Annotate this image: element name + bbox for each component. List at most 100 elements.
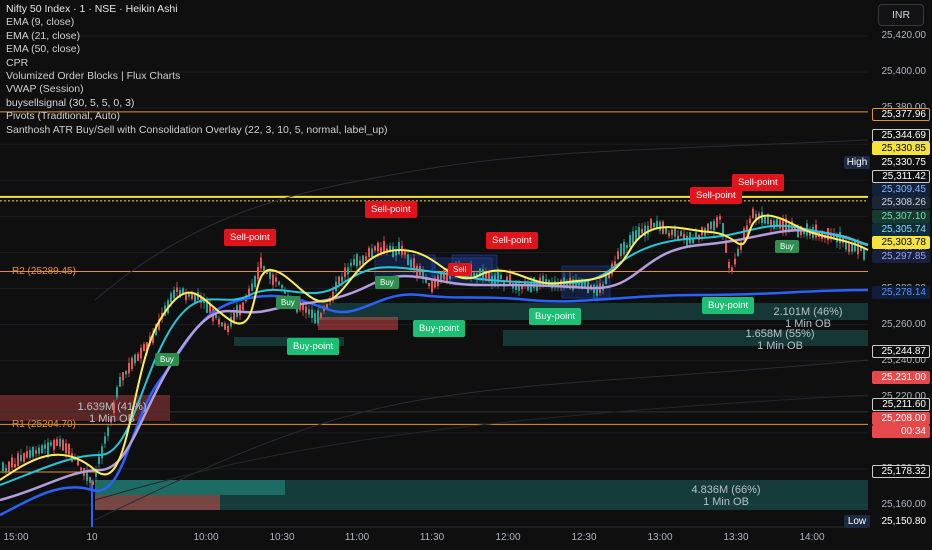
candle-body <box>128 362 130 374</box>
candle-body <box>8 461 10 473</box>
ob-volume: 1.658M (55%) <box>745 328 815 340</box>
indicator-cpr[interactable]: CPR <box>6 57 388 70</box>
candle-body <box>710 221 712 229</box>
time-tick: 11:30 <box>419 532 445 543</box>
indicator-pivots[interactable]: Pivots (Traditional, Auto) <box>6 110 388 123</box>
price-label: 25,297.85 <box>872 250 930 263</box>
candle-body <box>653 222 655 227</box>
candle-body <box>347 267 349 275</box>
candle-body <box>722 223 724 235</box>
candle-body <box>305 306 307 313</box>
candle-body <box>176 287 178 292</box>
time-tick: 15:00 <box>3 532 29 543</box>
candle-body <box>188 293 190 297</box>
candle-body <box>131 357 133 370</box>
candle-body <box>377 242 379 252</box>
order-block-label: 1.639M (41%) 1 Min OB <box>62 401 162 425</box>
price-label: 25,211.60 <box>872 398 930 411</box>
candle-body <box>695 232 697 238</box>
indicator-ema21[interactable]: EMA (21, close) <box>6 30 388 43</box>
extreme-tag: Low <box>844 515 870 528</box>
candle-body <box>5 467 7 472</box>
order-block-label: 4.836M (66%) 1 Min OB <box>676 484 776 508</box>
buy-point-tag: Buy-point <box>287 338 340 355</box>
symbol-title[interactable]: Nifty 50 Index · 1 · NSE · Heikin Ashi <box>6 3 388 16</box>
small-buy-marker: Buy <box>155 353 179 366</box>
candle-body <box>44 444 46 449</box>
candle-body <box>584 281 586 288</box>
candle-body <box>731 267 733 272</box>
small-buy-marker: Buy <box>775 240 799 253</box>
buy-point-tag: Buy-point <box>702 297 755 314</box>
indicator-vwap[interactable]: VWAP (Session) <box>6 83 388 96</box>
price-tick: 25,260.00 <box>881 318 927 330</box>
small-sell-marker: Sell <box>448 263 472 276</box>
candle-body <box>227 325 229 332</box>
candle-body <box>641 229 643 234</box>
candle-body <box>101 446 103 459</box>
indicator-order-blocks[interactable]: Volumized Order Blocks | Flux Charts <box>6 70 388 83</box>
price-label: 25,330.75 <box>872 156 930 169</box>
indicator-ema50[interactable]: EMA (50, close) <box>6 43 388 56</box>
price-tick: 25,420.00 <box>881 30 927 41</box>
candle-body <box>368 247 370 257</box>
candle-body <box>122 372 124 381</box>
candle-body <box>431 279 433 293</box>
candle-body <box>587 280 589 293</box>
currency-button[interactable]: INR <box>878 4 924 26</box>
candle-body <box>353 259 355 265</box>
candle-body <box>737 248 739 256</box>
price-label: 25,244.87 <box>872 345 930 358</box>
candle-body <box>392 246 394 258</box>
candle-body <box>281 285 283 289</box>
candle-body <box>140 347 142 359</box>
candle-body <box>275 277 277 282</box>
candle-body <box>398 241 400 255</box>
candle-body <box>350 262 352 266</box>
candle-body <box>413 258 415 270</box>
buy-point-tag: Buy-point <box>413 320 466 337</box>
candle-body <box>59 438 61 447</box>
ob-volume: 2.101M (46%) <box>773 306 843 318</box>
candle-body <box>623 241 625 255</box>
candle-body <box>839 232 841 244</box>
indicator-ema9[interactable]: EMA (9, close) <box>6 16 388 29</box>
indicator-atr-buy-sell[interactable]: Santhosh ATR Buy/Sell with Consolidation… <box>6 124 388 137</box>
ob-timeframe: 1 Min OB <box>757 340 803 352</box>
candle-body <box>254 276 256 288</box>
candle-body <box>206 302 208 313</box>
candle-body <box>218 318 220 325</box>
candle-body <box>272 274 274 285</box>
candle-body <box>17 453 19 466</box>
candle-body <box>752 208 754 218</box>
candle-body <box>605 276 607 284</box>
candle-body <box>344 267 346 278</box>
candle-body <box>185 293 187 301</box>
candle-body <box>125 370 127 375</box>
candle-body <box>779 220 781 229</box>
pivot-r2-label: R2 (25289.45) <box>12 266 76 277</box>
extreme-tag: High <box>844 156 870 169</box>
sell-point-tag: Sell-point <box>486 232 538 249</box>
candle-body <box>773 220 775 229</box>
indicator-buysellsignal[interactable]: buysellsignal (30, 5, 5, 0, 3) <box>6 97 388 110</box>
price-tick: 25,400.00 <box>881 66 927 78</box>
indicator-legend: Nifty 50 Index · 1 · NSE · Heikin Ashi E… <box>6 3 388 137</box>
candle-body <box>638 227 640 238</box>
candle-body <box>173 290 175 299</box>
sell-point-tag: Sell-point <box>224 229 276 246</box>
candle-body <box>41 445 43 453</box>
candle-body <box>302 304 304 311</box>
order-block-zone <box>95 495 220 510</box>
candle-body <box>251 283 253 291</box>
order-block-zone <box>95 480 285 495</box>
price-label: 25,308.26 <box>872 196 930 209</box>
candle-body <box>608 274 610 279</box>
candle-body <box>2 462 4 471</box>
candle-body <box>89 477 91 483</box>
candle-body <box>686 235 688 247</box>
order-block-label: 2.101M (46%) 1 Min OB <box>758 306 858 330</box>
candle-body <box>215 314 217 319</box>
order-block-label: 1.658M (55%) 1 Min OB <box>730 328 830 352</box>
candle-body <box>650 218 652 229</box>
